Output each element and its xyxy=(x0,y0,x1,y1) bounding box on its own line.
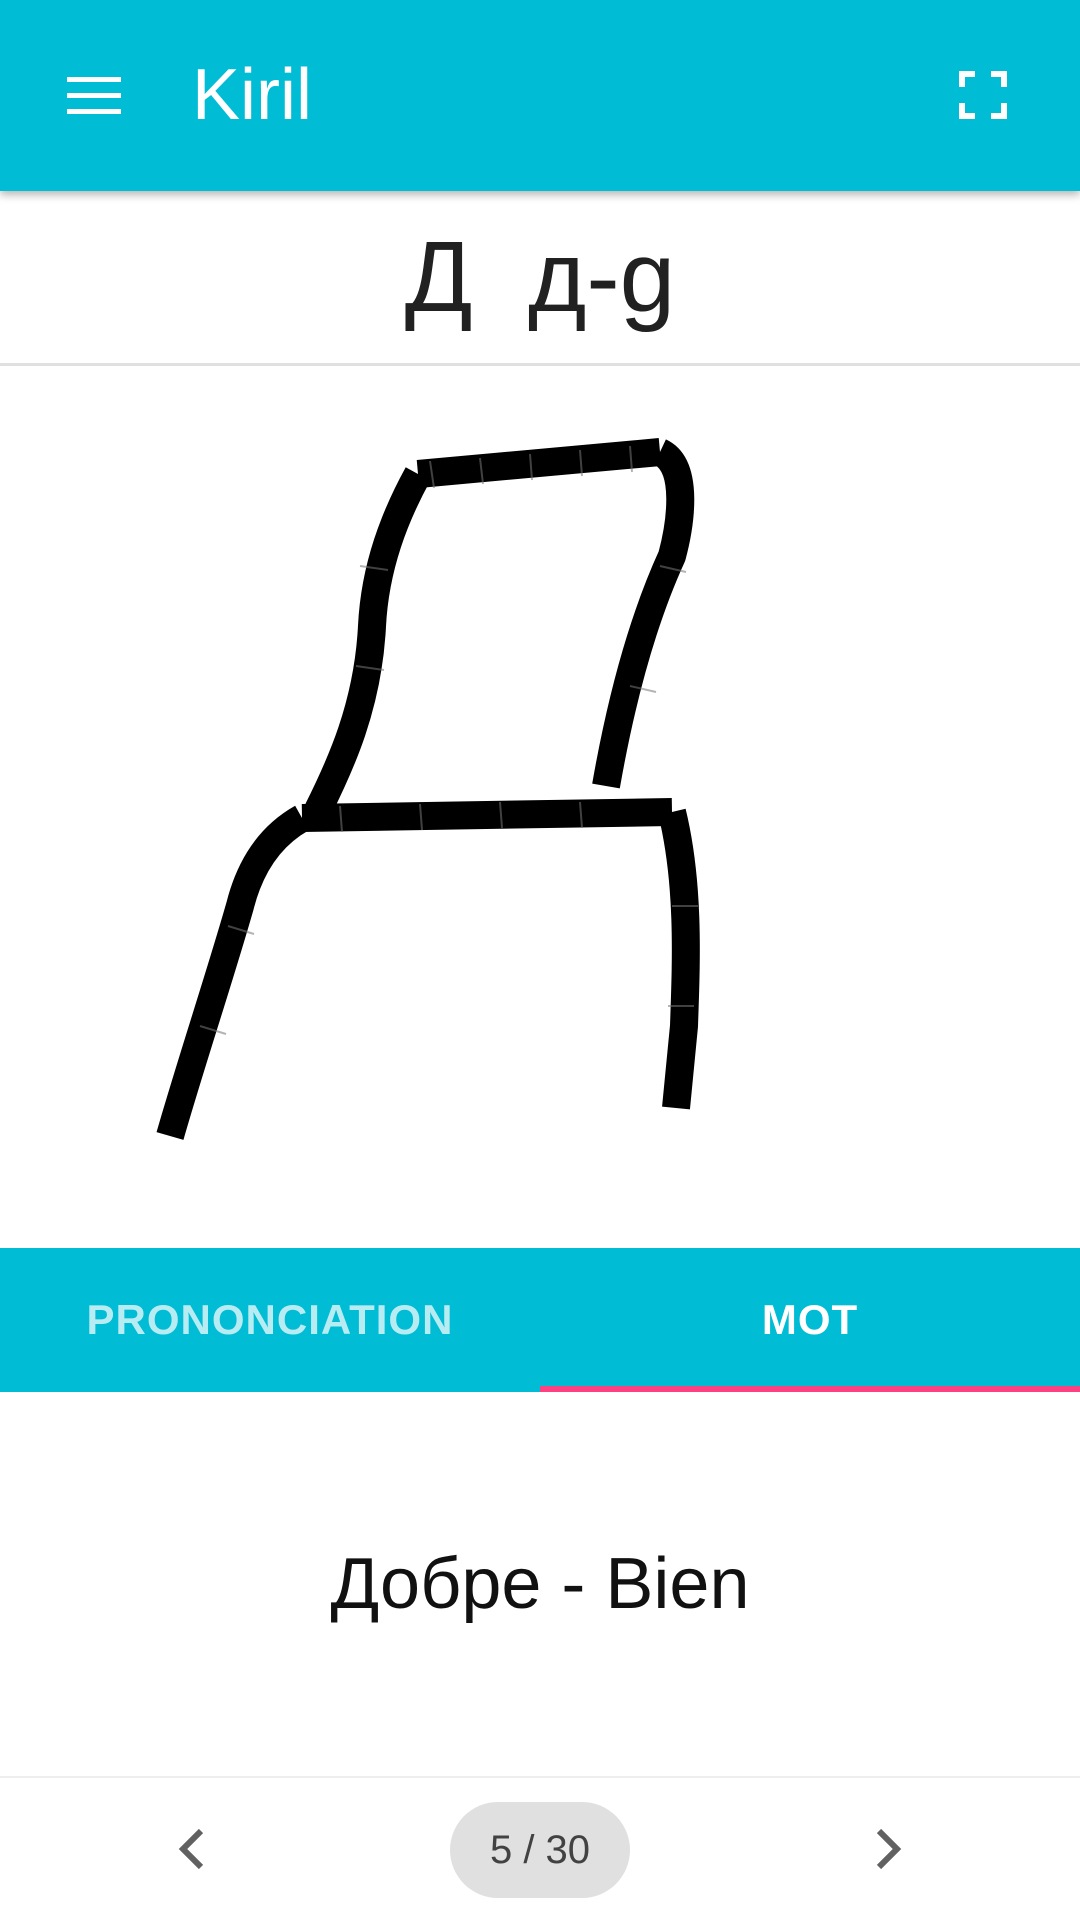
tab-word[interactable]: MOT xyxy=(540,1248,1080,1392)
menu-button[interactable] xyxy=(56,56,134,134)
fullscreen-icon xyxy=(959,71,1007,119)
chevron-left-icon xyxy=(178,1828,204,1870)
word-panel: Добре - Bien xyxy=(0,1392,1080,1776)
letter-header: Д д-g xyxy=(0,191,1080,366)
app-title: Kiril xyxy=(192,55,312,135)
hamburger-menu-icon xyxy=(67,77,121,114)
page-indicator: 5 / 30 xyxy=(450,1802,630,1898)
fullscreen-button[interactable] xyxy=(944,56,1022,134)
next-button[interactable] xyxy=(844,1804,934,1894)
tab-bar: PRONONCIATION MOT xyxy=(0,1248,1080,1392)
tab-pronunciation[interactable]: PRONONCIATION xyxy=(0,1248,540,1392)
drawing-canvas[interactable] xyxy=(0,366,1080,1248)
pagination-bar: 5 / 30 xyxy=(0,1776,1080,1920)
chevron-right-icon xyxy=(876,1828,902,1870)
letter-stroke-drawing xyxy=(156,438,700,1140)
app-bar: Kiril xyxy=(0,0,1080,191)
previous-button[interactable] xyxy=(146,1804,236,1894)
example-word: Добре - Bien xyxy=(330,1544,750,1624)
